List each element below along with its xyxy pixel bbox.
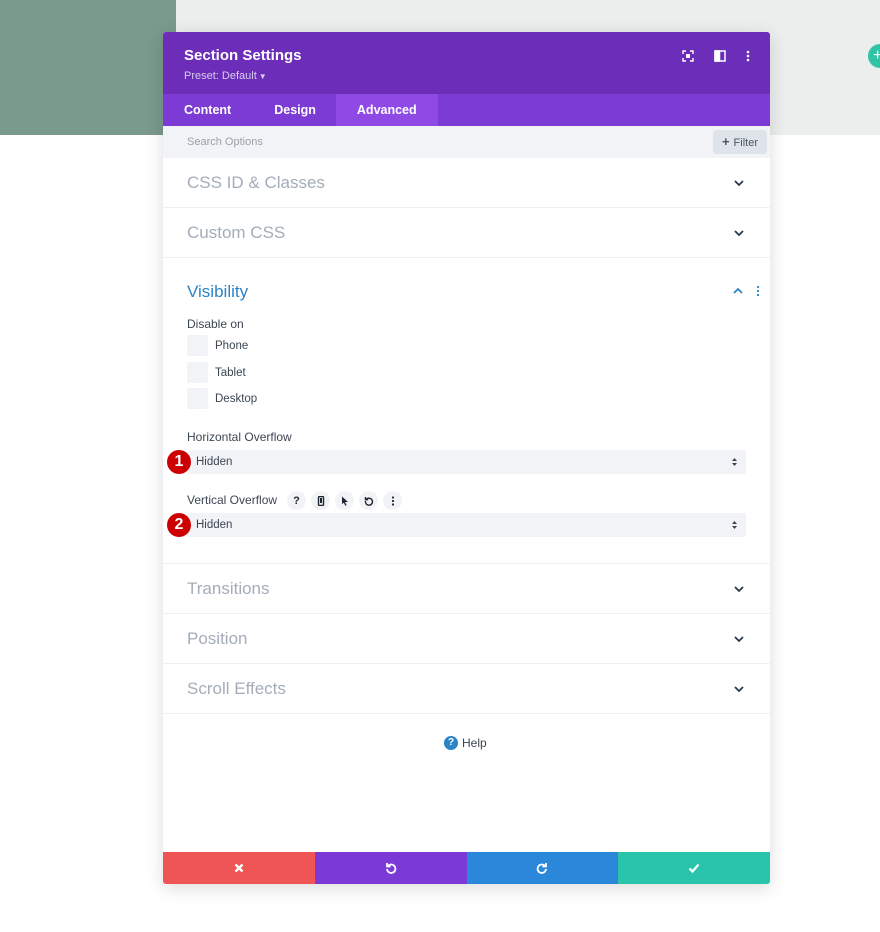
reset-icon[interactable] [359,491,378,510]
chevron-down-icon[interactable] [732,582,746,596]
section-title: CSS ID & Classes [187,173,325,192]
close-icon [234,863,244,873]
preset-label: Preset: Default [184,70,257,82]
select-arrows-icon [732,521,737,529]
checkbox-label: Phone [215,339,249,352]
modal-footer [163,852,770,884]
horizontal-overflow-label: Horizontal Overflow [187,430,292,444]
section-title[interactable]: Visibility [187,282,248,302]
filter-label: Filter [733,137,758,149]
search-bar: +Filter [163,126,770,158]
section-custom-css[interactable]: Custom CSS [163,208,770,258]
mobile-icon[interactable] [311,491,330,510]
checkbox[interactable] [187,388,208,409]
modal-title: Section Settings [184,47,302,64]
plus-icon: + [721,134,730,149]
checkbox[interactable] [187,362,208,383]
help-icon[interactable]: ? [287,491,306,510]
help-label: Help [462,736,487,750]
search-input[interactable] [163,126,703,158]
disable-on-label: Disable on [187,317,244,331]
check-icon [688,863,700,874]
annotation-marker: 2 [167,513,191,537]
section-title: Scroll Effects [187,679,286,698]
help-link[interactable]: ? Help [444,736,487,750]
modal-header[interactable]: Section Settings Preset: Default ▼ [163,32,770,94]
annotation-marker: 1 [167,450,191,474]
checkbox-tablet[interactable]: Tablet [187,362,246,383]
chevron-down-icon[interactable] [732,632,746,646]
more-vertical-icon[interactable] [753,284,763,298]
more-vertical-icon[interactable] [739,47,757,65]
tab-advanced[interactable]: Advanced [335,94,438,126]
split-view-icon[interactable] [711,47,729,65]
checkbox-desktop[interactable]: Desktop [187,388,257,409]
redo-button[interactable] [466,852,619,884]
tab-bar: Content Design Advanced [163,94,770,126]
checkbox[interactable] [187,335,208,356]
chevron-down-icon[interactable] [732,176,746,190]
tab-design[interactable]: Design [252,94,336,126]
chevron-up-icon[interactable] [731,284,745,298]
undo-button[interactable] [314,852,467,884]
cursor-icon[interactable] [335,491,354,510]
field-actions: ? [287,491,402,510]
select-value: Hidden [196,456,233,468]
vertical-overflow-select[interactable]: Hidden [187,513,746,537]
checkbox-phone[interactable]: Phone [187,335,248,356]
more-vertical-icon[interactable] [383,491,402,510]
checkbox-label: Desktop [215,392,258,405]
page-background-image [0,0,176,135]
section-title: Custom CSS [187,223,286,242]
expand-icon[interactable] [679,47,697,65]
section-scroll-effects[interactable]: Scroll Effects [163,664,770,714]
section-visibility: Visibility Disable on Phone Tablet Deskt… [163,258,770,564]
chevron-down-icon[interactable] [732,226,746,240]
undo-icon [385,863,396,874]
section-transitions[interactable]: Transitions [163,564,770,614]
tab-content[interactable]: Content [163,94,252,126]
section-position[interactable]: Position [163,614,770,664]
section-settings-modal: Section Settings Preset: Default ▼ Conten… [163,32,770,884]
redo-icon [537,863,548,874]
help-icon: ? [444,736,458,750]
cancel-button[interactable] [163,852,315,884]
preset-selector[interactable]: Preset: Default ▼ [184,70,267,82]
checkbox-label: Tablet [215,366,246,379]
horizontal-overflow-select[interactable]: Hidden [187,450,746,474]
chevron-down-icon[interactable] [732,682,746,696]
section-title: Position [187,629,248,648]
section-css-id-classes[interactable]: CSS ID & Classes [163,158,770,208]
select-value: Hidden [196,519,233,531]
caret-down-icon: ▼ [258,72,267,81]
filter-button[interactable]: + Filter [712,130,767,154]
vertical-overflow-label: Vertical Overflow [187,493,278,507]
save-button[interactable] [618,852,770,884]
section-title: Transitions [187,579,270,598]
select-arrows-icon [732,458,737,466]
